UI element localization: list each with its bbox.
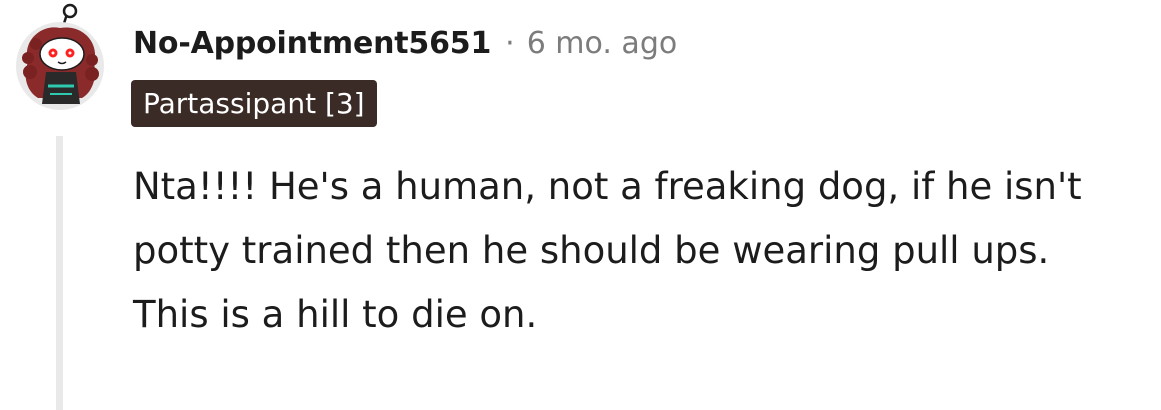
author-username[interactable]: No-Appointment5651 (133, 26, 491, 61)
user-flair: Partassipant [3] (131, 80, 377, 127)
comment: No-Appointment5651 · 6 mo. ago Partassip… (0, 0, 1161, 410)
comment-paragraph: Nta!!!! He's a human, not a freaking dog… (133, 165, 1082, 272)
meta-separator: · (505, 25, 515, 61)
snoo-avatar-icon[interactable] (12, 2, 108, 114)
thread-line[interactable] (56, 136, 63, 410)
comment-timestamp[interactable]: 6 mo. ago (527, 26, 678, 61)
comment-body: Nta!!!! He's a human, not a freaking dog… (133, 155, 1143, 347)
comment-meta: No-Appointment5651 · 6 mo. ago (133, 22, 677, 64)
comment-paragraph: This is a hill to die on. (133, 293, 538, 336)
avatar-image (16, 3, 104, 110)
